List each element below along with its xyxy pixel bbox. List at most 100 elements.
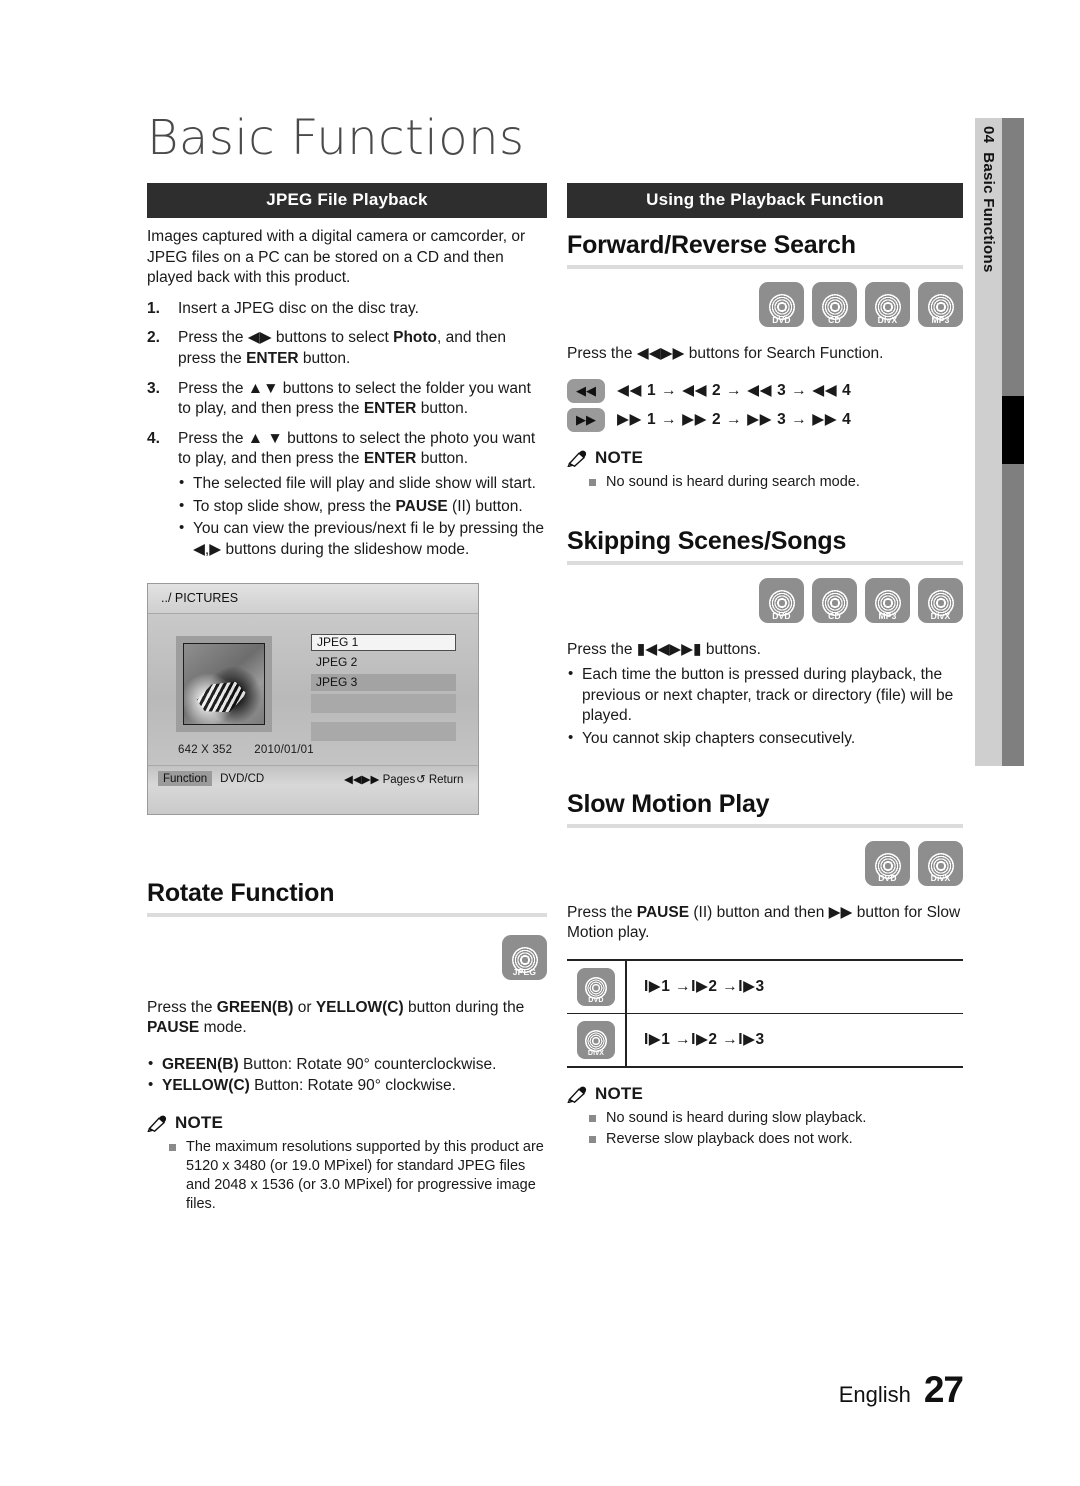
note-block-rotate: NOTE The maximum resolutions supported b… <box>147 1113 547 1213</box>
table-row: DVD I▶1 →I▶2 →I▶3 <box>567 958 963 1014</box>
note-block-search: NOTE No sound is heard during search mod… <box>567 448 963 492</box>
forward-reverse-body-text: Press the ◀◀▶▶ buttons for Search Functi… <box>567 345 884 362</box>
slow-motion-body-text: Press the PAUSE (II) button and then ▶▶ … <box>567 903 961 942</box>
cd-disc-icon: CD <box>812 282 857 327</box>
section-bar-jpeg-file-playback: JPEG File Playback <box>147 183 547 218</box>
disc-icon-label: MP3 <box>878 610 897 621</box>
side-tab-black-marker <box>1002 396 1024 464</box>
osd-file-item[interactable]: JPEG 3 <box>311 673 456 691</box>
dvd-disc-icon: DVD <box>577 967 615 1006</box>
rotate-function-section: Rotate Function JPEG Press the GREEN(B) … <box>147 879 547 1214</box>
section-bar-using-playback-function: Using the Playback Function <box>567 183 963 218</box>
step-number: 4. <box>147 429 160 447</box>
page-heading-slow-motion-play: Slow Motion Play <box>567 789 770 818</box>
step-number: 1. <box>147 299 160 317</box>
list-item: 3. Press the ▲▼ buttons to select the fo… <box>147 379 547 420</box>
step-text: Press the ▲▼ buttons to select the folde… <box>178 379 531 418</box>
rotate-body-text: Press the GREEN(B) or YELLOW(C) button d… <box>147 998 525 1037</box>
side-tab-label: Basic Functions <box>980 152 997 273</box>
page-footer: English 27 <box>838 1369 964 1411</box>
disc-ring-icon <box>585 976 607 999</box>
jpeg-intro-text: Images captured with a digital camera or… <box>147 228 526 287</box>
disc-icon-label: CD <box>828 610 841 621</box>
osd-footer-bar: Function DVD/CD ◀◀▶▶ Pages ↺ Return <box>148 764 478 814</box>
divx-disc-icon: DivX <box>918 840 963 886</box>
skipping-scenes-songs-section: Skipping Scenes/Songs DVD CD MP3 DivX Pr… <box>567 527 963 749</box>
rotate-bullets: GREEN(B) Button: Rotate 90° counterclock… <box>147 1054 547 1097</box>
heading-rule <box>567 561 963 566</box>
list-item: Reverse slow playback does not work. <box>589 1130 963 1149</box>
osd-file-list: JPEG 1 JPEG 2 JPEG 3 <box>311 633 456 750</box>
return-label: Return <box>428 773 464 786</box>
disc-icon-label: DivX <box>587 1049 605 1057</box>
list-item: You cannot skip chapters consecutively. <box>567 728 963 750</box>
footer-page-number: 27 <box>923 1369 964 1410</box>
pencil-icon <box>567 450 587 467</box>
disc-icon-row-rotate: JPEG <box>147 934 547 980</box>
note-label: NOTE <box>175 1112 224 1132</box>
disc-icon-row-slow-motion: DVD DivX <box>567 840 963 886</box>
search-speed-rows: ◀◀ ◀◀ 1 → ◀◀ 2 → ◀◀ 3 → ◀◀ 4 ▶▶ ▶▶ 1 → ▶… <box>567 378 963 432</box>
table-cell-icon: DVD <box>567 958 627 1014</box>
chapter-side-tab: 04 Basic Functions <box>975 118 1024 766</box>
disc-icon-row-forward-reverse: DVD CD DivX MP3 <box>567 282 963 327</box>
side-tab-number: 04 <box>980 126 997 144</box>
disc-icon-label: MP3 <box>931 314 950 325</box>
butterfly-photo-thumbnail <box>183 642 265 725</box>
disc-icon-row-skipping: DVD CD MP3 DivX <box>567 578 963 624</box>
list-item: No sound is heard during search mode. <box>589 473 963 492</box>
list-item: 1. Insert a JPEG disc on the disc tray. <box>147 299 547 320</box>
return-icon: ↺ <box>416 773 426 786</box>
cd-disc-icon: CD <box>812 578 857 624</box>
osd-pages-hint: ◀◀▶▶ Pages <box>344 772 415 786</box>
step-number: 2. <box>147 329 160 347</box>
mp3-disc-icon: MP3 <box>865 578 910 624</box>
divx-disc-icon: DivX <box>918 578 963 624</box>
rewind-button-icon: ◀◀ <box>567 378 605 403</box>
osd-file-item-selected[interactable]: JPEG 1 <box>311 633 456 651</box>
dvd-disc-icon: DVD <box>759 282 804 327</box>
osd-path-bar: ../ PICTURES <box>148 583 478 614</box>
disc-icon-label: CD <box>828 314 841 325</box>
disc-icon-label: DivX <box>930 610 951 621</box>
disc-icon-label: DVD <box>772 610 791 621</box>
note-items: No sound is heard during slow playback. … <box>567 1109 963 1149</box>
list-item: 2. Press the ◀▶ buttons to select Photo,… <box>147 328 547 369</box>
table-row: DivX I▶1 →I▶2 →I▶3 <box>567 1012 963 1068</box>
note-items: No sound is heard during search mode. <box>567 473 963 492</box>
table-cell-sequence: I▶1 →I▶2 →I▶3 <box>626 958 963 1014</box>
left-column: JPEG File Playback Images captured with … <box>147 183 547 1215</box>
forward-reverse-search-section: Forward/Reverse Search DVD CD DivX MP3 P… <box>567 231 963 491</box>
skipping-body-text: Press the ▮◀◀▶▶▮ buttons. <box>567 641 761 659</box>
osd-function-badge[interactable]: Function <box>158 771 213 787</box>
jpeg-disc-icon: JPEG <box>502 934 547 980</box>
skipping-bullets: Each time the button is pressed during p… <box>567 664 963 750</box>
manual-page: 04 Basic Functions Basic Functions JPEG … <box>0 0 1080 1486</box>
right-column: Using the Playback Function Forward/Reve… <box>567 183 963 1150</box>
footer-language: English <box>838 1382 911 1407</box>
step-text: Insert a JPEG disc on the disc tray. <box>178 299 419 317</box>
list-item: No sound is heard during slow playback. <box>589 1109 963 1128</box>
osd-file-item[interactable]: JPEG 2 <box>311 654 456 671</box>
osd-source-label: DVD/CD <box>220 772 265 785</box>
disc-icon-label: DVD <box>588 996 604 1004</box>
pages-icon: ◀◀▶▶ <box>344 773 380 786</box>
list-item: The selected file will play and slide sh… <box>178 473 547 495</box>
list-item: To stop slide show, press the PAUSE (II)… <box>178 496 547 518</box>
osd-file-item-empty <box>311 721 456 741</box>
disc-icon-label: DVD <box>878 873 897 883</box>
osd-file-item-empty <box>311 693 456 713</box>
slow-motion-play-section: Slow Motion Play DVD DivX Press the PAUS… <box>567 790 963 1149</box>
fast-forward-speed-sequence: ▶▶ 1 → ▶▶ 2 → ▶▶ 3 → ▶▶ 4 <box>617 411 852 429</box>
jpeg-steps-list: 1. Insert a JPEG disc on the disc tray. … <box>147 299 547 561</box>
table-row: ◀◀ ◀◀ 1 → ◀◀ 2 → ◀◀ 3 → ◀◀ 4 <box>567 378 963 403</box>
pencil-icon <box>567 1086 587 1103</box>
heading-rule <box>567 265 963 269</box>
divx-disc-icon: DivX <box>577 1020 615 1059</box>
list-item: The maximum resolutions supported by thi… <box>169 1138 547 1213</box>
step4-bullets: The selected file will play and slide sh… <box>178 473 547 560</box>
osd-thumbnail-frame <box>176 635 272 732</box>
note-label: NOTE <box>595 447 644 467</box>
list-item: You can view the previous/next fi le by … <box>178 518 547 560</box>
pencil-icon <box>147 1115 167 1132</box>
